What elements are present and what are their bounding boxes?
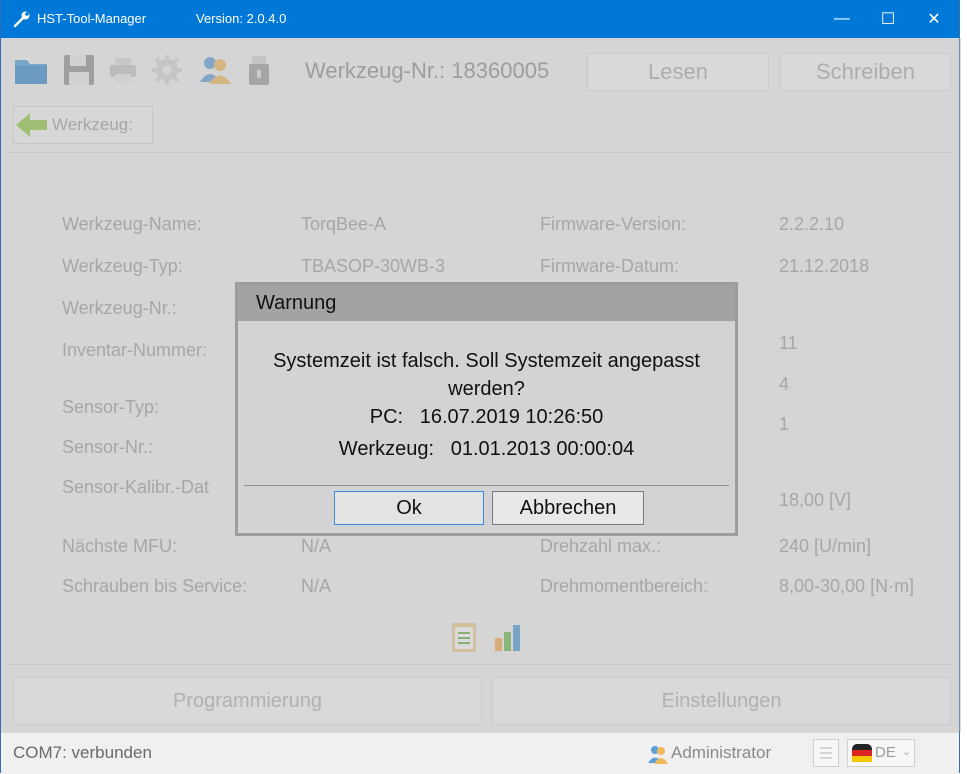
wrench-icon bbox=[13, 11, 30, 28]
status-bar: COM7: verbunden Administrator DE ⌄ bbox=[1, 732, 959, 774]
maximize-icon: ☐ bbox=[880, 11, 896, 28]
dialog-title: Warnung bbox=[238, 285, 735, 321]
app-title: HST-Tool-Manager bbox=[37, 11, 147, 26]
ok-button-label: Ok bbox=[396, 496, 422, 519]
user-role: Administrator bbox=[671, 743, 772, 762]
minimize-button[interactable]: — bbox=[819, 0, 865, 38]
close-icon: ✕ bbox=[927, 11, 941, 28]
ok-button[interactable]: Ok bbox=[334, 491, 484, 525]
pc-time: PC: 16.07.2019 10:26:50 bbox=[369, 406, 604, 428]
log-button[interactable] bbox=[813, 739, 839, 767]
dialog-message: Systemzeit ist falsch. Soll Systemzeit a… bbox=[238, 347, 735, 463]
chevron-down-icon: ⌄ bbox=[902, 746, 912, 758]
user-icon bbox=[648, 746, 668, 764]
app-version: Version: 2.0.4.0 bbox=[196, 11, 287, 26]
title-bar[interactable]: HST-Tool-Manager Version: 2.0.4.0 — ☐ ✕ bbox=[1, 0, 959, 38]
language-code: DE bbox=[875, 744, 896, 761]
tool-time: Werkzeug: 01.01.2013 00:00:04 bbox=[338, 438, 635, 460]
maximize-button[interactable]: ☐ bbox=[865, 0, 911, 38]
dialog-message-line2: werden? bbox=[448, 378, 525, 400]
document-icon bbox=[820, 747, 832, 759]
warning-dialog: Warnung Systemzeit ist falsch. Soll Syst… bbox=[235, 282, 738, 536]
german-flag-icon bbox=[852, 744, 872, 762]
dialog-message-line1: Systemzeit ist falsch. Soll Systemzeit a… bbox=[273, 350, 700, 372]
connection-status: COM7: verbunden bbox=[13, 743, 152, 762]
dialog-divider bbox=[244, 485, 729, 486]
language-select[interactable]: DE ⌄ bbox=[847, 739, 915, 767]
close-button[interactable]: ✕ bbox=[911, 0, 957, 38]
cancel-button-label: Abbrechen bbox=[519, 496, 617, 519]
cancel-button[interactable]: Abbrechen bbox=[492, 491, 644, 525]
app-window: HST-Tool-Manager Version: 2.0.4.0 — ☐ ✕ bbox=[0, 0, 961, 774]
minimize-icon: — bbox=[834, 10, 850, 27]
